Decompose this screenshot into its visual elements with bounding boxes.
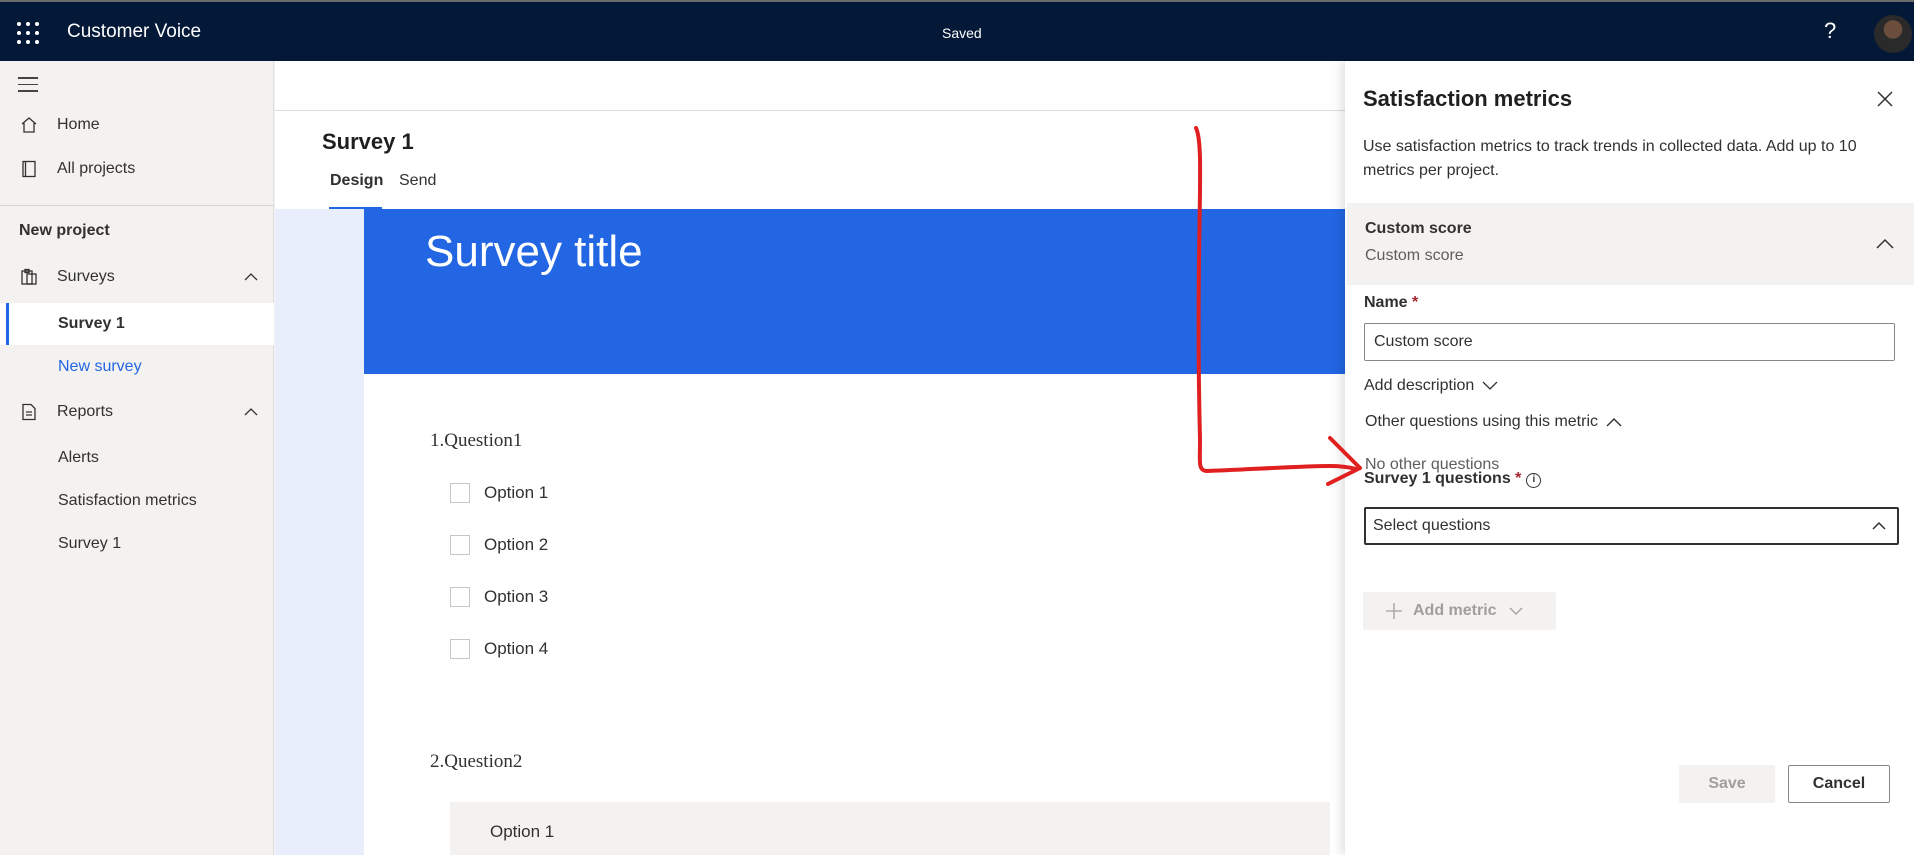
report-icon — [22, 403, 36, 421]
nav-item-label: Survey 1 — [58, 535, 122, 552]
question-text: Question1 — [444, 430, 523, 451]
option-label: Option 4 — [484, 639, 549, 658]
info-icon[interactable]: i — [1526, 473, 1542, 488]
other-questions-toggle[interactable]: Other questions using this metric — [1365, 413, 1622, 431]
cancel-button[interactable]: Cancel — [1788, 765, 1890, 803]
checkbox[interactable] — [450, 639, 470, 659]
satisfaction-metrics-panel: Satisfaction metrics Use satisfaction me… — [1345, 61, 1914, 855]
option-row[interactable]: Option 3 — [450, 585, 548, 609]
input-value: Custom score — [1374, 333, 1473, 350]
required-marker: * — [1515, 470, 1522, 487]
other-questions-label: Other questions using this metric — [1365, 413, 1598, 430]
nav-item-home[interactable]: Home — [0, 104, 274, 146]
command-bar — [275, 61, 1345, 111]
dropdown-placeholder: Select questions — [1373, 517, 1491, 534]
required-marker: * — [1412, 294, 1419, 311]
chevron-up-icon — [1606, 418, 1622, 427]
nav-subitem-survey-1-report[interactable]: Survey 1 — [0, 523, 274, 565]
question-text: Question2 — [444, 751, 523, 772]
tab-send[interactable]: Send — [399, 172, 436, 190]
chevron-up-icon[interactable] — [244, 405, 258, 419]
survey-form: Survey title 1.Question1 Option 1 Option… — [364, 209, 1345, 855]
nav-item-label: New survey — [58, 358, 142, 375]
survey-name: Survey 1 — [322, 129, 414, 154]
nav-subitem-survey-1[interactable]: Survey 1 — [0, 303, 274, 345]
checkbox[interactable] — [450, 483, 470, 503]
top-bar: Customer Voice Saved ? — [0, 0, 1914, 61]
nav-item-label: Survey 1 — [58, 315, 125, 332]
metric-name: Custom score — [1365, 220, 1472, 237]
nav-item-surveys[interactable]: Surveys — [0, 256, 274, 298]
option-label: Option 2 — [484, 535, 549, 554]
name-label-text: Name — [1364, 294, 1408, 311]
nav-subitem-new-survey[interactable]: New survey — [0, 346, 274, 388]
nav-item-label: Surveys — [57, 268, 115, 285]
metric-body: Name * Custom score Add description Surv… — [1347, 285, 1914, 579]
add-description-label: Add description — [1364, 377, 1475, 394]
option-row[interactable]: Option 1 — [450, 481, 548, 505]
chevron-up-icon[interactable] — [244, 270, 258, 284]
add-description-toggle[interactable]: Add description — [1364, 377, 1498, 395]
nav-section-title: New project — [19, 222, 110, 239]
help-icon[interactable]: ? — [1824, 18, 1836, 44]
metric-name-input[interactable]: Custom score — [1364, 323, 1895, 361]
hamburger-menu-icon[interactable] — [18, 77, 38, 97]
nav-item-label: Reports — [57, 403, 114, 420]
nav-item-label: Home — [57, 116, 100, 133]
metric-card: Custom score Custom score Name * Custom … — [1347, 203, 1914, 579]
name-label: Name * — [1364, 294, 1418, 312]
app-launcher-icon[interactable] — [17, 22, 39, 44]
tab-design[interactable]: Design — [330, 172, 383, 190]
checkbox[interactable] — [450, 587, 470, 607]
question-number: 1. — [430, 430, 445, 451]
question-title[interactable]: 2.Question2 — [430, 751, 522, 773]
chevron-down-icon — [1509, 607, 1523, 615]
option-label: Option 3 — [484, 587, 549, 606]
chevron-down-icon — [1482, 381, 1498, 390]
add-metric-label: Add metric — [1413, 602, 1497, 619]
save-status: Saved — [942, 25, 982, 41]
metric-type: Custom score — [1365, 247, 1464, 264]
survey-title[interactable]: Survey title — [425, 227, 643, 277]
book-icon — [22, 160, 36, 178]
nav-item-reports[interactable]: Reports — [0, 391, 274, 433]
option-row[interactable]: Option 4 — [450, 637, 548, 661]
nav-item-label: Satisfaction metrics — [58, 492, 197, 509]
panel-description: Use satisfaction metrics to track trends… — [1363, 138, 1857, 179]
option-label: Option 1 — [490, 822, 555, 841]
no-other-questions-text: No other questions — [1365, 456, 1500, 473]
save-button[interactable]: Save — [1679, 765, 1775, 803]
metric-header[interactable]: Custom score Custom score — [1347, 203, 1914, 285]
question-title[interactable]: 1.Question1 — [430, 430, 522, 452]
left-navigation: Home All projects New project Surveys Su… — [0, 61, 274, 855]
add-metric-button[interactable]: Add metric — [1363, 592, 1556, 630]
nav-item-label: All projects — [57, 160, 136, 177]
chevron-up-icon[interactable] — [1874, 233, 1896, 255]
panel-title: Satisfaction metrics — [1363, 86, 1573, 111]
app-title[interactable]: Customer Voice — [67, 21, 201, 43]
nav-subitem-alerts[interactable]: Alerts — [0, 437, 274, 479]
close-icon[interactable] — [1875, 89, 1895, 109]
chevron-up-icon — [1872, 521, 1886, 530]
clipboard-icon — [21, 268, 37, 285]
avatar[interactable] — [1874, 15, 1912, 53]
option-label: Option 1 — [484, 483, 549, 502]
plus-icon — [1386, 603, 1402, 619]
nav-item-label: Alerts — [58, 449, 99, 466]
nav-divider — [0, 205, 274, 206]
home-icon — [21, 117, 37, 133]
survey-banner[interactable]: Survey title — [364, 209, 1345, 374]
option-row[interactable]: Option 1 — [450, 802, 1330, 855]
nav-item-all-projects[interactable]: All projects — [0, 148, 274, 190]
main-content: Survey 1 Design Send Survey title 1.Ques… — [275, 61, 1345, 855]
option-row[interactable]: Option 2 — [450, 533, 548, 557]
select-questions-dropdown[interactable]: Select questions — [1364, 507, 1899, 545]
checkbox[interactable] — [450, 535, 470, 555]
nav-subitem-satisfaction-metrics[interactable]: Satisfaction metrics — [0, 480, 274, 522]
question-number: 2. — [430, 751, 445, 772]
